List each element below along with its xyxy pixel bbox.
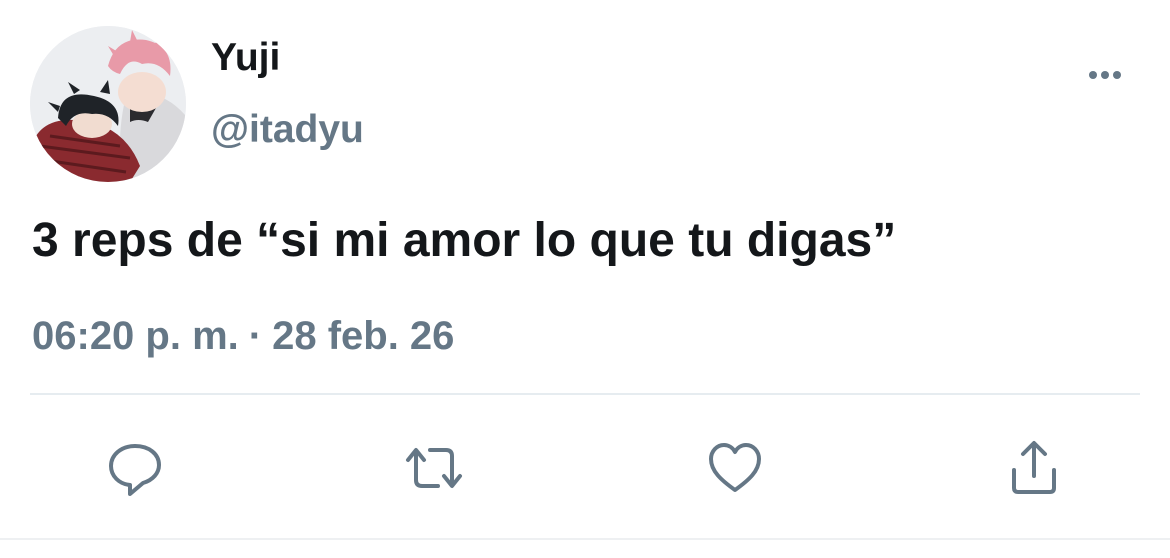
retweet-button[interactable]: [402, 436, 466, 500]
bottom-divider: [0, 538, 1170, 540]
reply-icon: [109, 444, 161, 496]
reply-button[interactable]: [103, 436, 167, 500]
meta-separator: ·: [248, 314, 263, 358]
tweet-date: 28 feb. 26: [272, 314, 455, 358]
more-horizontal-icon: [1089, 71, 1121, 79]
tweet-card: Yuji @itadyu 3 reps de “si mi amor lo qu…: [0, 0, 1170, 558]
like-button[interactable]: [703, 436, 767, 500]
share-icon: [1012, 441, 1056, 494]
tweet-timestamp[interactable]: 06:20 p. m. · 28 feb. 26: [32, 312, 454, 360]
user-handle[interactable]: @itadyu: [211, 110, 364, 149]
avatar-illustration: [30, 26, 186, 182]
avatar[interactable]: [30, 26, 186, 182]
divider: [30, 393, 1140, 395]
like-icon: [709, 443, 761, 492]
tweet-time: 06:20 p. m.: [32, 314, 239, 358]
share-button[interactable]: [1002, 436, 1066, 500]
more-options-button[interactable]: [1080, 60, 1130, 90]
tweet-text: 3 reps de “si mi amor lo que tu digas”: [32, 214, 897, 267]
retweet-icon: [406, 448, 462, 488]
display-name[interactable]: Yuji: [211, 38, 280, 77]
